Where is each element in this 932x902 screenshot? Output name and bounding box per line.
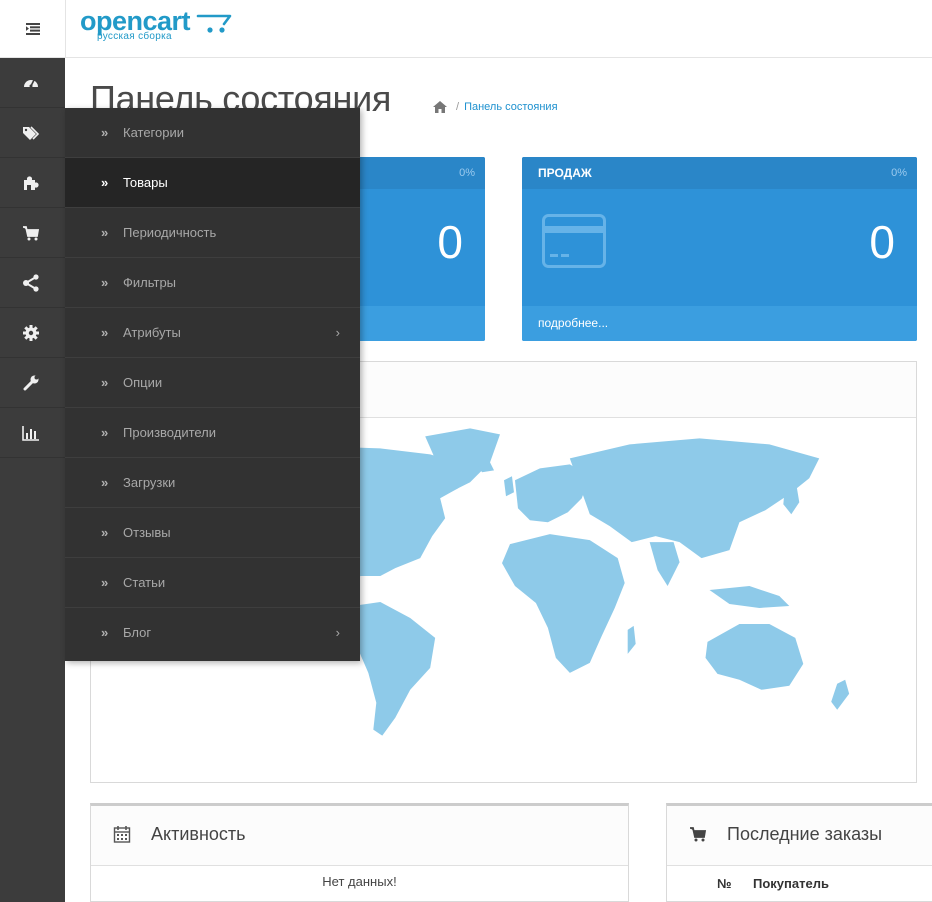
menu-item-articles[interactable]: » Статьи — [65, 558, 360, 608]
chevron-double-right-icon: » — [101, 525, 109, 540]
tile-footer[interactable]: подробнее... — [522, 306, 917, 341]
sidebar-item-catalog[interactable] — [0, 108, 65, 158]
menu-item-label: Производители — [123, 425, 217, 440]
cart-icon — [23, 226, 40, 241]
activity-panel: Активность Нет данных! — [90, 803, 629, 902]
menu-item-blog[interactable]: » Блог › — [65, 608, 360, 658]
menu-item-options[interactable]: » Опции — [65, 358, 360, 408]
orders-panel-header: Последние заказы — [667, 806, 932, 866]
sales-tile: ПРОДАЖ 0% 0 подробнее... — [522, 157, 917, 341]
orders-column-customer[interactable]: Покупатель — [753, 876, 829, 891]
menu-item-manufacturers[interactable]: » Производители — [65, 408, 360, 458]
sidebar-item-tools[interactable] — [0, 358, 65, 408]
tile-percent: 0% — [459, 167, 475, 179]
menu-item-label: Блог — [123, 625, 152, 640]
menu-toggle-button[interactable] — [0, 0, 65, 58]
menu-item-label: Периодичность — [123, 225, 217, 240]
menu-item-label: Отзывы — [123, 525, 171, 540]
chevron-double-right-icon: » — [101, 575, 109, 590]
breadcrumb: / Панель состояния — [432, 100, 558, 114]
menu-item-recurring[interactable]: » Периодичность — [65, 208, 360, 258]
menu-item-products[interactable]: » Товары — [65, 158, 360, 208]
sidebar-item-marketing[interactable] — [0, 258, 65, 308]
header-divider — [65, 0, 66, 58]
dashboard-icon — [24, 79, 38, 88]
chevron-double-right-icon: » — [101, 125, 109, 140]
menu-item-categories[interactable]: » Категории — [65, 108, 360, 158]
sidebar-item-reports[interactable] — [0, 408, 65, 458]
breadcrumb-separator: / — [456, 101, 460, 113]
menu-item-label: Атрибуты — [123, 325, 181, 340]
activity-empty-text: Нет данных! — [322, 874, 397, 889]
credit-card-icon — [542, 214, 606, 268]
gear-icon — [23, 325, 39, 341]
menu-item-label: Статьи — [123, 575, 166, 590]
tile-value: 0 — [869, 216, 895, 268]
chevron-double-right-icon: » — [101, 175, 109, 190]
bar-chart-icon — [22, 426, 39, 441]
chevron-double-right-icon: » — [101, 475, 109, 490]
orders-panel-title: Последние заказы — [727, 824, 883, 844]
menu-item-attributes[interactable]: » Атрибуты › — [65, 308, 360, 358]
sidebar-item-sales[interactable] — [0, 208, 65, 258]
logo-cart-icon — [196, 14, 232, 33]
sidebar-item-system[interactable] — [0, 308, 65, 358]
header: opencart русская сборка — [0, 0, 932, 58]
calendar-icon — [113, 826, 131, 843]
logo-subtitle: русская сборка — [97, 31, 172, 42]
chevron-right-icon: › — [335, 325, 340, 340]
sidebar — [0, 58, 65, 902]
tile-value: 0 — [437, 216, 463, 268]
chevron-double-right-icon: » — [101, 625, 109, 640]
chevron-right-icon: › — [335, 625, 340, 640]
menu-item-label: Товары — [123, 175, 168, 190]
cart-icon — [690, 827, 707, 842]
catalog-flyout-menu: » Категории » Товары » Периодичность » Ф… — [65, 108, 360, 661]
menu-item-label: Опции — [123, 375, 163, 390]
logo[interactable]: opencart русская сборка — [80, 6, 240, 50]
chevron-double-right-icon: » — [101, 375, 109, 390]
chevron-double-right-icon: » — [101, 275, 109, 290]
recent-orders-panel: Последние заказы № Покупатель — [666, 803, 932, 902]
menu-item-label: Фильтры — [123, 275, 177, 290]
menu-item-downloads[interactable]: » Загрузки — [65, 458, 360, 508]
chevron-double-right-icon: » — [101, 225, 109, 240]
sidebar-item-extensions[interactable] — [0, 158, 65, 208]
tile-more-link[interactable]: подробнее... — [538, 316, 608, 330]
tile-title: ПРОДАЖ — [538, 166, 592, 180]
share-icon — [23, 274, 39, 292]
tile-percent: 0% — [891, 167, 907, 179]
menu-item-reviews[interactable]: » Отзывы — [65, 508, 360, 558]
activity-panel-title: Активность — [151, 824, 246, 844]
tags-icon — [23, 126, 40, 140]
home-icon[interactable] — [432, 100, 448, 114]
menu-toggle-icon — [25, 23, 40, 35]
wrench-icon — [23, 375, 39, 391]
chevron-double-right-icon: » — [101, 425, 109, 440]
puzzle-icon — [24, 176, 39, 190]
menu-item-label: Загрузки — [123, 475, 176, 490]
orders-column-number[interactable]: № — [717, 876, 732, 891]
menu-item-label: Категории — [123, 125, 184, 140]
menu-item-filters[interactable]: » Фильтры — [65, 258, 360, 308]
activity-panel-header: Активность — [91, 806, 628, 866]
tile-header: ПРОДАЖ 0% — [522, 157, 917, 189]
breadcrumb-dashboard-link[interactable]: Панель состояния — [464, 101, 557, 113]
sidebar-item-dashboard[interactable] — [0, 58, 65, 108]
chevron-double-right-icon: » — [101, 325, 109, 340]
